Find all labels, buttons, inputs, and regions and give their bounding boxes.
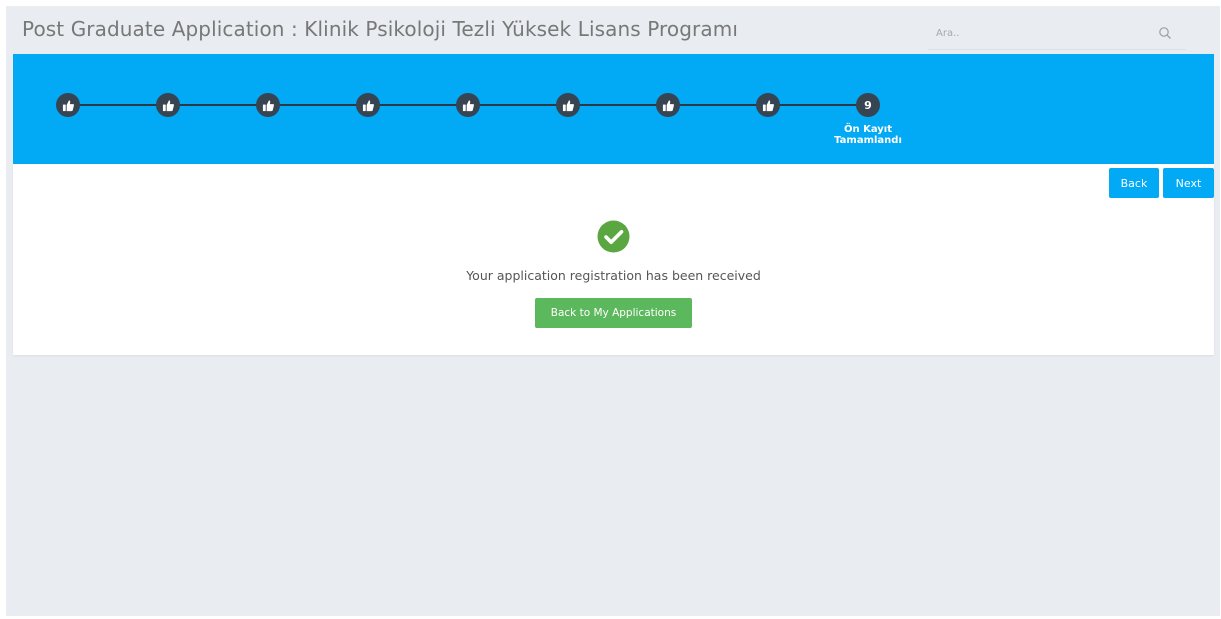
search-box (928, 16, 1186, 50)
page: Post Graduate Application : Klinik Psiko… (6, 6, 1220, 616)
page-title: Post Graduate Application : Klinik Psiko… (22, 17, 738, 41)
step-6-thumbs-up-icon (556, 93, 580, 117)
content-panel: Back Next Your application registration … (13, 164, 1214, 355)
step-2-thumbs-up-icon (156, 93, 180, 117)
step-5-thumbs-up-icon (456, 93, 480, 117)
search-icon[interactable] (1158, 26, 1172, 40)
step-8-thumbs-up-icon (756, 93, 780, 117)
back-to-my-applications-button[interactable]: Back to My Applications (535, 298, 692, 328)
step-7-thumbs-up-icon (656, 93, 680, 117)
success-message: Your application registration has been r… (466, 268, 761, 283)
step-4-thumbs-up-icon (356, 93, 380, 117)
step-9-current: 9 (856, 93, 880, 117)
header: Post Graduate Application : Klinik Psiko… (6, 6, 1220, 54)
step-1-thumbs-up-icon (56, 93, 80, 117)
step-9-label: Ön Kayıt Tamamlandı (834, 124, 902, 146)
search-input[interactable] (936, 23, 1136, 43)
step-number: 9 (864, 98, 872, 112)
step-3-thumbs-up-icon (256, 93, 280, 117)
next-button[interactable]: Next (1163, 168, 1214, 198)
back-button[interactable]: Back (1109, 168, 1159, 198)
check-circle-icon (597, 220, 630, 253)
progress-stepper: 9 Ön Kayıt Tamamlandı (13, 54, 1214, 164)
